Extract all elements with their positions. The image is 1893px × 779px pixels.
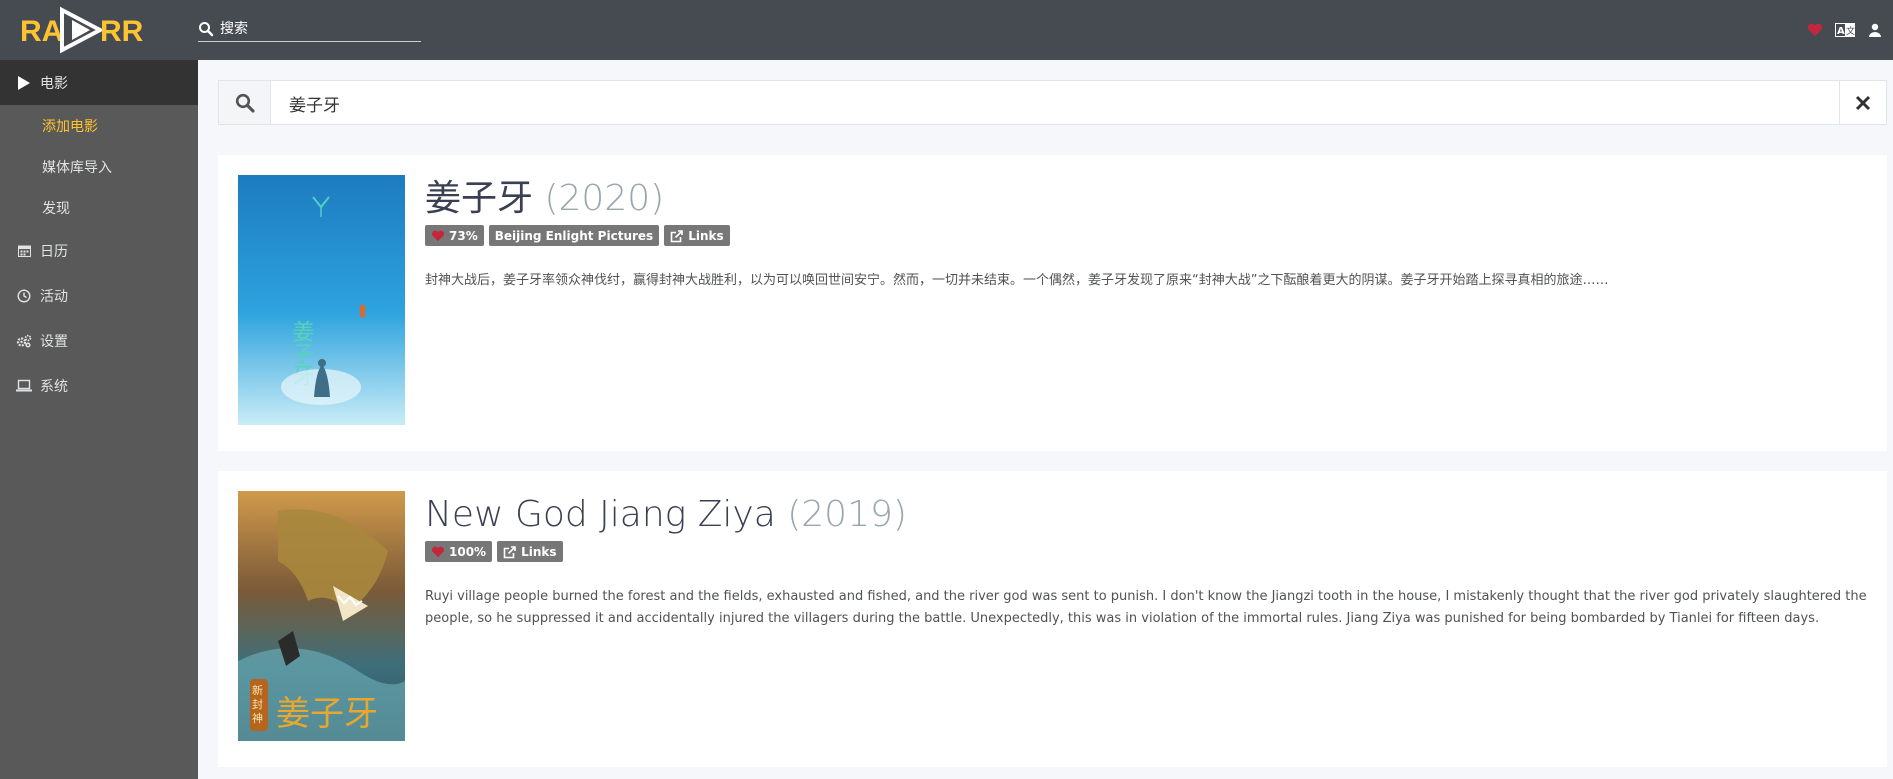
svg-text:神: 神	[252, 711, 263, 725]
sidebar-item-label: 日历	[40, 243, 68, 260]
main-content: 姜子牙 姜子牙 (2020) 73% Beijing Enlight Pict	[198, 60, 1893, 779]
play-icon	[16, 75, 32, 91]
movie-labels: 73% Beijing Enlight Pictures Links	[425, 225, 1867, 246]
search-result-item[interactable]: 姜子牙 姜子牙 (2020) 73% Beijing Enlight Pictu…	[218, 155, 1887, 451]
sidebar-subitem-add-movie[interactable]: 添加电影	[0, 105, 198, 146]
logo-text-left: RA	[20, 15, 63, 48]
search-icon	[219, 81, 271, 124]
sidebar-item-label: 电影	[40, 75, 68, 92]
translate-icon[interactable]: A文	[1835, 20, 1855, 40]
movie-year: (2019)	[787, 494, 907, 535]
svg-text:封: 封	[252, 697, 263, 711]
heart-icon	[431, 546, 445, 558]
svg-text:新: 新	[252, 683, 263, 697]
header-search	[198, 18, 421, 42]
movie-labels: 100% Links	[425, 541, 1867, 562]
top-header: RA RR A文	[0, 0, 1893, 60]
links-label: Links	[688, 228, 724, 243]
heart-icon	[431, 230, 445, 242]
movie-title-text: 姜子牙	[425, 178, 534, 219]
links-button[interactable]: Links	[664, 225, 730, 246]
header-actions: A文	[1805, 18, 1885, 42]
search-icon	[198, 21, 214, 37]
movie-title[interactable]: 姜子牙 (2020)	[425, 177, 1867, 221]
laptop-icon	[16, 378, 32, 394]
result-body: 姜子牙 (2020) 73% Beijing Enlight Pictures …	[425, 177, 1867, 292]
sidebar-item-system[interactable]: 系统	[0, 363, 198, 408]
links-label: Links	[521, 544, 557, 559]
sidebar-item-label: 系统	[40, 378, 68, 395]
clear-search-button[interactable]	[1839, 81, 1886, 124]
movie-overview: 封神大战后，姜子牙率领众神伐纣，赢得封神大战胜利，以为可以唤回世间安宁。然而，一…	[425, 273, 1609, 288]
sidebar-subitem-label: 媒体库导入	[42, 159, 112, 176]
radarr-logo[interactable]: RA RR	[20, 6, 146, 54]
movie-year: (2020)	[544, 178, 665, 219]
studio-badge: Beijing Enlight Pictures	[488, 225, 660, 246]
movie-title-text: New God Jiang Ziya	[425, 494, 776, 535]
heart-icon[interactable]	[1805, 20, 1825, 40]
calendar-icon	[16, 243, 32, 259]
rating-badge: 73%	[425, 225, 484, 246]
rating-badge: 100%	[425, 541, 493, 562]
sidebar-item-label: 设置	[40, 333, 68, 350]
sidebar-subitem-library-import[interactable]: 媒体库导入	[0, 146, 198, 187]
links-button[interactable]: Links	[497, 541, 563, 562]
sidebar: 电影 添加电影 媒体库导入 发现 日历 活动 设置 系统	[0, 60, 198, 779]
movie-poster[interactable]: 姜子牙	[238, 175, 405, 425]
close-icon	[1855, 95, 1871, 110]
rating-value: 73%	[449, 228, 478, 243]
header-search-input[interactable]	[220, 19, 418, 39]
user-icon[interactable]	[1865, 20, 1885, 40]
result-body: New God Jiang Ziya (2019) 100% Links Ruy…	[425, 493, 1867, 630]
clock-icon	[16, 288, 32, 304]
logo-text-right: RR	[100, 15, 144, 48]
cogs-icon	[16, 333, 32, 349]
sidebar-subitem-label: 发现	[42, 200, 70, 217]
movie-search-bar	[218, 80, 1887, 125]
sidebar-item-activity[interactable]: 活动	[0, 273, 198, 318]
sidebar-subitem-label: 添加电影	[42, 118, 98, 135]
external-link-icon	[503, 545, 517, 558]
search-result-item[interactable]: 新 封 神 姜子牙 New God Jiang Ziya (2019) 100%	[218, 471, 1887, 767]
movie-search-input[interactable]	[289, 91, 1789, 115]
movie-poster[interactable]: 新 封 神 姜子牙	[238, 491, 405, 741]
movie-title[interactable]: New God Jiang Ziya (2019)	[425, 493, 1867, 537]
sidebar-item-label: 活动	[40, 288, 68, 305]
movie-overview: Ruyi village people burned the forest an…	[425, 589, 1867, 626]
svg-text:A: A	[1837, 26, 1845, 37]
external-link-icon	[670, 229, 684, 242]
sidebar-item-calendar[interactable]: 日历	[0, 228, 198, 273]
svg-text:文: 文	[1846, 25, 1855, 37]
poster-title-text: 姜子牙	[276, 694, 378, 734]
sidebar-item-movies[interactable]: 电影	[0, 60, 198, 105]
rating-value: 100%	[449, 544, 487, 559]
sidebar-subitem-discover[interactable]: 发现	[0, 187, 198, 228]
sidebar-item-settings[interactable]: 设置	[0, 318, 198, 363]
